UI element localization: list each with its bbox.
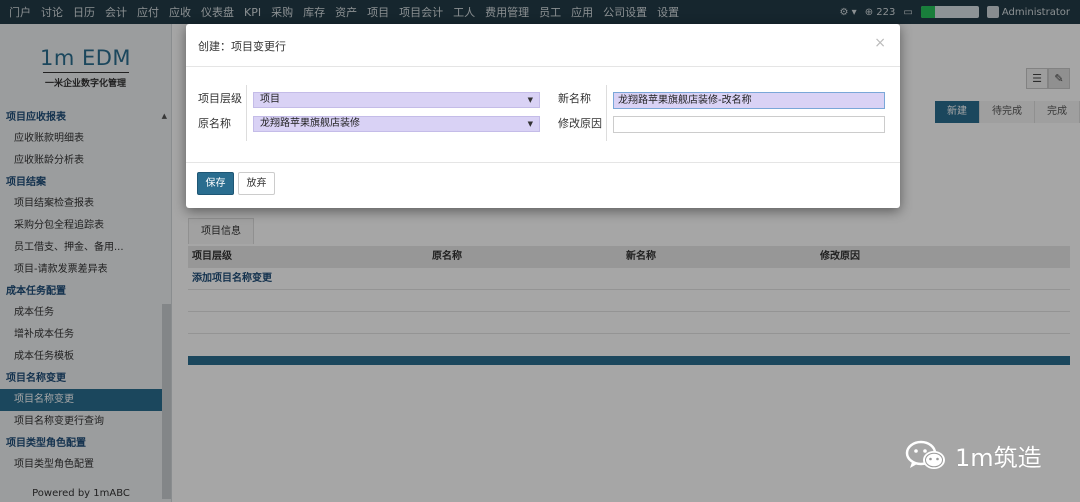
- new-name-label: 新名称: [558, 92, 591, 105]
- create-line-dialog: 创建：项目变更行 × 项目层级 项目 ▼ 原名称 龙翔路苹果旗舰店装修 ▼ 新名…: [186, 24, 900, 208]
- save-button[interactable]: 保存: [197, 172, 234, 195]
- caret-down-icon: ▼: [527, 120, 533, 128]
- watermark-text: 1m筑造: [955, 444, 1042, 472]
- discard-button[interactable]: 放弃: [238, 172, 275, 195]
- level-select[interactable]: 项目 ▼: [253, 92, 540, 108]
- caret-down-icon: ▼: [527, 96, 533, 104]
- orig-name-label: 原名称: [198, 117, 231, 130]
- reason-input[interactable]: [613, 116, 885, 133]
- wechat-icon: [905, 440, 947, 472]
- label-divider: [606, 85, 607, 141]
- orig-name-select[interactable]: 龙翔路苹果旗舰店装修 ▼: [253, 116, 540, 132]
- modal-header: 创建：项目变更行 ×: [186, 24, 900, 67]
- reason-label: 修改原因: [558, 117, 602, 130]
- modal-body: 项目层级 项目 ▼ 原名称 龙翔路苹果旗舰店装修 ▼ 新名称 龙翔路苹果旗舰店装…: [186, 67, 900, 163]
- modal-footer: 保存 放弃: [186, 164, 900, 208]
- modal-title: 创建：项目变更行: [198, 40, 286, 53]
- label-divider: [246, 85, 247, 141]
- level-label: 项目层级: [198, 92, 242, 105]
- watermark: 1m筑造: [905, 438, 1042, 473]
- new-name-input[interactable]: 龙翔路苹果旗舰店装修-改名称: [613, 92, 885, 109]
- close-icon[interactable]: ×: [874, 35, 886, 51]
